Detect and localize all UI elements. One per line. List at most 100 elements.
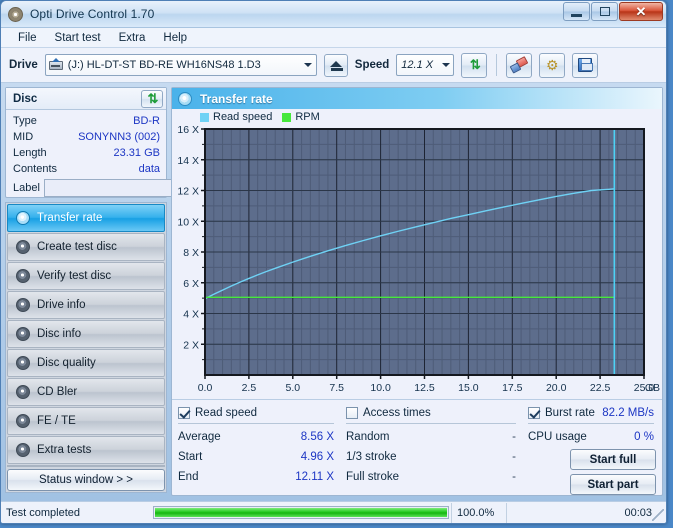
save-button[interactable]: [572, 52, 599, 78]
minimize-button[interactable]: [563, 2, 590, 21]
eject-button[interactable]: [323, 53, 348, 77]
sidebar-label-disc-info: Disc info: [37, 328, 82, 340]
disc-panel: Disc ⇅ Type BD-R MID SONYNN3 (002) Lengt…: [5, 87, 213, 198]
sidebar-label-disc-quality: Disc quality: [37, 357, 96, 369]
svg-text:12 X: 12 X: [177, 186, 199, 198]
results-read-speed-column: Read speed Average 8.56 X Start 4.96 X E…: [178, 403, 346, 495]
toolbar-divider: [496, 54, 498, 76]
result-value-cpu-usage: 0 %: [634, 431, 654, 443]
menu-extra[interactable]: Extra: [110, 30, 155, 46]
svg-text:22.5: 22.5: [590, 382, 611, 394]
sidebar-item-transfer-rate[interactable]: Transfer rate: [7, 204, 165, 232]
read-speed-header: Read speed: [178, 403, 346, 422]
legend-label-rpm: RPM: [295, 111, 320, 123]
sidebar-item-cd-bler[interactable]: CD Bler: [7, 378, 165, 406]
status-window-button[interactable]: Status window > >: [7, 469, 165, 491]
svg-text:16 X: 16 X: [177, 124, 199, 136]
transfer-rate-chart: 2 X 4 X 6 X 8 X 10 X 12 X 14 X 16 X 0.0 2.5 5.0 7.5…: [177, 124, 660, 394]
progress-percent-text: 100.0%: [451, 502, 506, 523]
divider: [178, 423, 334, 424]
read-speed-checkbox[interactable]: [178, 406, 190, 419]
results-panel: Read speed Average 8.56 X Start 4.96 X E…: [172, 399, 662, 495]
disc-info-rows: Type BD-R MID SONYNN3 (002) Length 23.31…: [6, 110, 166, 177]
result-value-average: 8.56 X: [300, 431, 334, 443]
settings-button[interactable]: ⚙: [539, 52, 566, 78]
drive-info-icon: [16, 298, 30, 312]
disc-label-row: Label: [6, 177, 213, 197]
refresh-icon: ⇅: [147, 90, 159, 106]
chevron-down-icon: [438, 63, 453, 67]
sidebar-item-drive-info[interactable]: Drive info: [7, 291, 165, 319]
sidebar-item-disc-info[interactable]: Disc info: [7, 320, 165, 348]
burst-rate-label: Burst rate: [545, 406, 595, 419]
window-controls: ✕: [563, 2, 663, 21]
close-button[interactable]: ✕: [619, 2, 663, 21]
legend-label-read-speed: Read speed: [213, 111, 273, 123]
sidebar-item-create-test-disc[interactable]: Create test disc: [7, 233, 165, 261]
save-icon: [578, 58, 594, 72]
speed-select[interactable]: 12.1 X: [396, 54, 455, 76]
create-test-disc-icon: [16, 240, 30, 254]
access-times-checkbox[interactable]: [346, 406, 358, 419]
maximize-icon: [599, 7, 610, 16]
eject-icon: [329, 61, 342, 67]
sidebar-label-fe-te: FE / TE: [37, 415, 76, 427]
chart-plot-area[interactable]: 2 X 4 X 6 X 8 X 10 X 12 X 14 X 16 X 0.0 2.5 5.0 7.5…: [172, 124, 662, 399]
access-times-label: Access times: [363, 406, 431, 419]
menu-file[interactable]: File: [9, 30, 46, 46]
result-value-start: 4.96 X: [300, 451, 334, 463]
sidebar-item-fe-te[interactable]: FE / TE: [7, 407, 165, 435]
result-row-average: Average 8.56 X: [178, 427, 346, 447]
transfer-rate-panel: Transfer rate Read speed RPM 2 X 4 X 6 X 8 …: [171, 87, 663, 496]
start-part-button[interactable]: Start part: [570, 474, 656, 495]
burst-rate-checkbox[interactable]: [528, 406, 540, 419]
sidebar-label-cd-bler: CD Bler: [37, 386, 78, 398]
sidebar-label-transfer-rate: Transfer rate: [37, 212, 103, 224]
drive-icon: [48, 58, 64, 72]
disc-value-mid: SONYNN3 (002): [78, 131, 160, 143]
disc-key-length: Length: [13, 147, 47, 159]
legend-swatch-read-speed: [200, 112, 209, 122]
svg-text:2 X: 2 X: [183, 339, 199, 351]
chart-panel-title: Transfer rate: [200, 91, 273, 106]
disc-value-type: BD-R: [133, 115, 160, 127]
disc-panel-header: Disc ⇅: [6, 88, 166, 110]
svg-text:15.0: 15.0: [458, 382, 479, 394]
result-key-third-stroke: 1/3 stroke: [346, 451, 397, 463]
result-row-third-stroke: 1/3 stroke -: [346, 447, 528, 467]
results-grid: Read speed Average 8.56 X Start 4.96 X E…: [178, 403, 656, 495]
start-buttons: Start full Start part: [528, 447, 656, 495]
refresh-button[interactable]: ⇅: [461, 52, 488, 78]
divider: [528, 423, 654, 424]
drive-select[interactable]: (J:) HL-DT-ST BD-RE WH16NS48 1.D3: [44, 54, 317, 76]
disc-refresh-button[interactable]: ⇅: [141, 89, 163, 108]
drive-toolbar: Drive (J:) HL-DT-ST BD-RE WH16NS48 1.D3 …: [1, 48, 666, 83]
results-access-times-column: Access times Random - 1/3 stroke - Full …: [346, 403, 528, 495]
sidebar-item-disc-quality[interactable]: Disc quality: [7, 349, 165, 377]
erase-button[interactable]: [506, 52, 533, 78]
transfer-rate-icon: [178, 91, 192, 106]
menu-help[interactable]: Help: [154, 30, 196, 46]
menu-start-test[interactable]: Start test: [46, 30, 110, 46]
menu-bar: File Start test Extra Help: [1, 28, 666, 48]
result-value-third-stroke: -: [512, 451, 516, 463]
disc-panel-title: Disc: [13, 92, 38, 105]
start-full-button[interactable]: Start full: [570, 449, 656, 470]
svg-text:4 X: 4 X: [183, 309, 199, 321]
transfer-rate-icon: [16, 211, 30, 225]
eraser-icon: [509, 56, 529, 74]
app-disc-icon: [7, 6, 24, 23]
elapsed-time: 00:03: [506, 502, 666, 523]
resize-grip[interactable]: [652, 509, 664, 521]
sidebar-item-verify-test-disc[interactable]: Verify test disc: [7, 262, 165, 290]
svg-text:0.0: 0.0: [198, 382, 213, 394]
access-times-header: Access times: [346, 403, 528, 422]
svg-text:10.0: 10.0: [370, 382, 391, 394]
sidebar-item-extra-tests[interactable]: Extra tests: [7, 436, 165, 464]
svg-text:14 X: 14 X: [177, 155, 199, 167]
speed-label: Speed: [354, 59, 390, 71]
disc-row-length: Length 23.31 GB: [13, 145, 160, 161]
legend-swatch-rpm: [282, 112, 292, 122]
disc-row-contents: Contents data: [13, 161, 160, 177]
maximize-button[interactable]: [591, 2, 618, 21]
